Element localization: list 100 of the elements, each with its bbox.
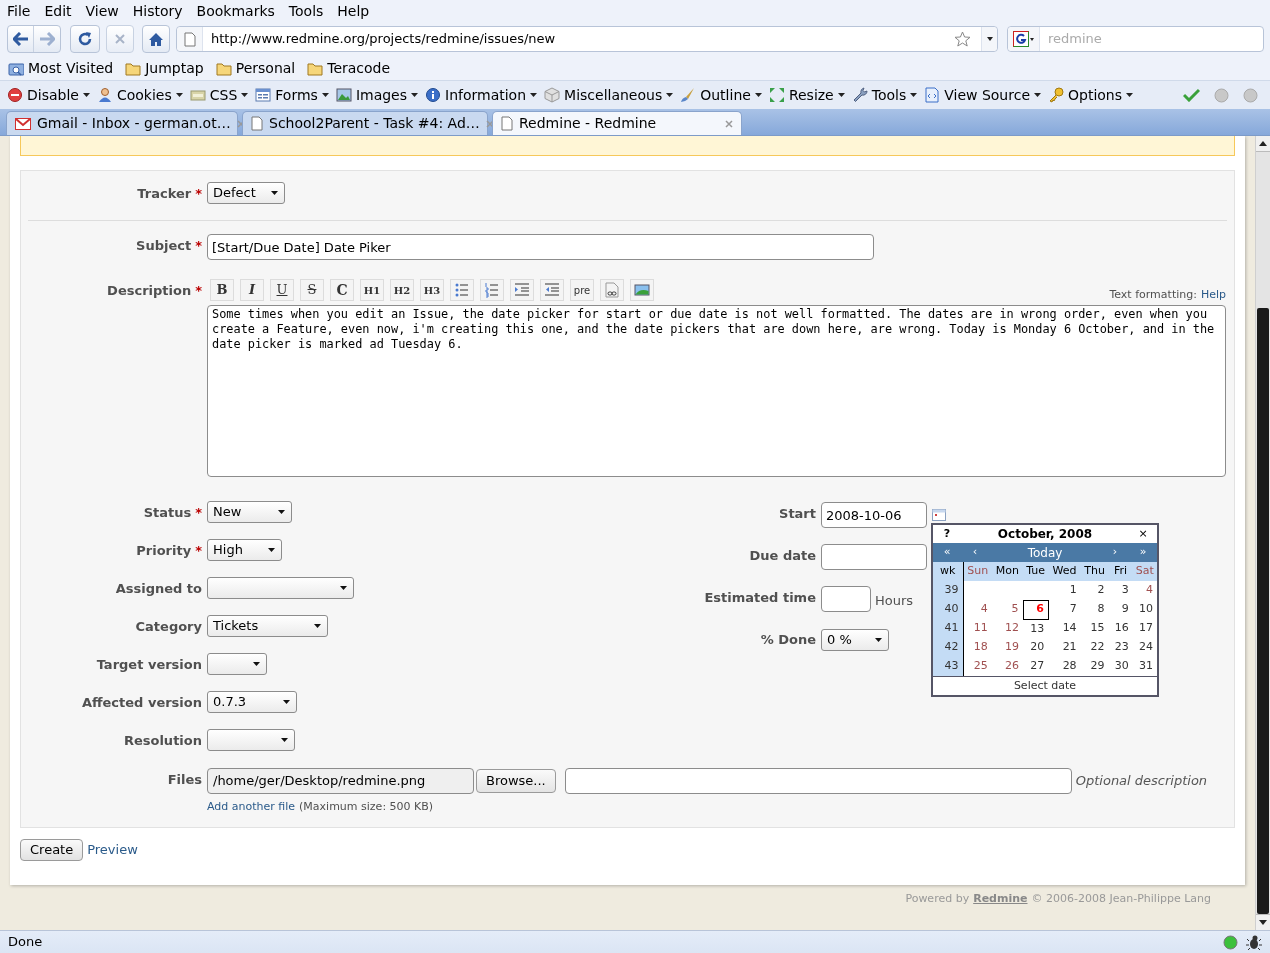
toolbar-button[interactable]: H1 bbox=[360, 279, 384, 301]
bookmark-button[interactable]: Personal bbox=[214, 57, 297, 79]
nav-button[interactable]: › bbox=[1101, 544, 1129, 561]
menu-item[interactable]: View bbox=[79, 0, 125, 22]
toolbar-button[interactable] bbox=[510, 279, 534, 301]
help-link[interactable]: Help bbox=[1200, 286, 1226, 303]
dot-icon[interactable] bbox=[1223, 934, 1238, 950]
dropdown[interactable]: 0 % bbox=[821, 629, 889, 651]
toolbar-button[interactable] bbox=[630, 279, 654, 301]
day-cell[interactable]: 31 bbox=[1132, 657, 1157, 676]
reload-button[interactable] bbox=[70, 25, 100, 53]
scroll-down-button[interactable] bbox=[1256, 914, 1270, 930]
day-cell[interactable]: 13 bbox=[1023, 619, 1049, 638]
preview-link[interactable]: Preview bbox=[87, 840, 138, 860]
toolbar-button[interactable]: I bbox=[240, 279, 264, 301]
toolbar-button[interactable]: B bbox=[210, 279, 234, 301]
nav-button[interactable]: « bbox=[933, 544, 961, 561]
day-cell[interactable]: 26 bbox=[991, 657, 1024, 676]
bookmark-button[interactable]: Jumptap bbox=[124, 57, 205, 79]
day-cell[interactable]: 11 bbox=[963, 619, 992, 638]
search-engine-icon[interactable] bbox=[1012, 31, 1035, 47]
toolbar-button[interactable] bbox=[450, 279, 474, 301]
day-cell[interactable]: 30 bbox=[1108, 657, 1133, 676]
menu-item[interactable]: Help bbox=[331, 0, 376, 22]
add-file-link[interactable]: Add another file bbox=[207, 799, 296, 816]
dropdown[interactable] bbox=[207, 653, 267, 675]
toolbar-button[interactable] bbox=[480, 279, 504, 301]
toolbar-button[interactable]: S bbox=[300, 279, 324, 301]
day-cell[interactable]: 24 bbox=[1132, 638, 1157, 657]
toolbar-menu-button[interactable]: Cookies bbox=[96, 84, 183, 106]
toolbar-menu-button[interactable]: View Source bbox=[924, 84, 1041, 106]
toolbar-menu-button[interactable]: Forms bbox=[255, 84, 329, 106]
day-cell[interactable]: 21 bbox=[1048, 638, 1081, 657]
toolbar-menu-button[interactable]: Outline bbox=[680, 84, 762, 106]
day-cell[interactable]: 9 bbox=[1108, 600, 1133, 619]
nav-button[interactable]: ‹ bbox=[961, 544, 989, 561]
toolbar-button[interactable]: H3 bbox=[420, 279, 444, 301]
history-dropdown-button[interactable] bbox=[981, 27, 997, 51]
toolbar-menu-button[interactable]: Information bbox=[425, 84, 538, 106]
toolbar-menu-button[interactable]: Tools bbox=[851, 84, 918, 106]
toolbar-button[interactable]: H2 bbox=[390, 279, 414, 301]
search-input[interactable]: redmine bbox=[1048, 29, 1263, 49]
close-icon[interactable] bbox=[485, 119, 494, 128]
day-cell[interactable]: 20 bbox=[1023, 638, 1049, 657]
toolbar-menu-button[interactable]: Disable bbox=[7, 84, 90, 106]
address-bar[interactable]: http://www.redmine.org/projects/redmine/issues/new bbox=[176, 26, 998, 52]
toolbar-button[interactable]: U bbox=[270, 279, 294, 301]
bug-icon[interactable] bbox=[1246, 934, 1262, 950]
home-button[interactable] bbox=[142, 25, 170, 53]
bookmark-button[interactable]: Most Visited bbox=[7, 57, 115, 79]
scroll-up-button[interactable] bbox=[1256, 136, 1270, 152]
day-cell[interactable]: 19 bbox=[991, 638, 1024, 657]
browse-button[interactable]: Browse... bbox=[476, 769, 556, 793]
text-field[interactable] bbox=[821, 586, 871, 612]
day-cell[interactable]: 14 bbox=[1048, 619, 1081, 638]
calendar-icon[interactable] bbox=[932, 509, 946, 521]
day-cell[interactable]: 22 bbox=[1080, 638, 1109, 657]
day-cell[interactable]: 17 bbox=[1132, 619, 1157, 638]
search-field[interactable]: redmine bbox=[1007, 26, 1264, 52]
day-cell[interactable]: 16 bbox=[1108, 619, 1133, 638]
day-cell[interactable]: 25 bbox=[963, 657, 992, 676]
close-button[interactable]: × bbox=[1129, 525, 1157, 543]
nav-button[interactable]: Today bbox=[989, 543, 1101, 562]
day-cell[interactable]: 4 bbox=[963, 600, 992, 619]
day-cell[interactable]: 1 bbox=[1048, 581, 1081, 600]
menu-item[interactable]: File bbox=[1, 0, 37, 22]
dropdown[interactable]: 0.7.3 bbox=[207, 691, 297, 713]
day-cell[interactable]: 15 bbox=[1080, 619, 1109, 638]
text-field[interactable]: 2008-10-06 bbox=[821, 502, 927, 528]
day-cell[interactable]: 18 bbox=[963, 638, 992, 657]
tab[interactable]: Redmine - Redmine bbox=[492, 111, 742, 135]
menu-item[interactable]: Bookmarks bbox=[190, 0, 281, 22]
toolbar-menu-button[interactable]: Resize bbox=[768, 84, 845, 106]
menu-item[interactable]: History bbox=[126, 0, 189, 22]
day-cell[interactable]: 4 bbox=[1132, 581, 1157, 600]
toolbar-button[interactable]: C bbox=[330, 279, 354, 301]
toolbar-button[interactable]: pre bbox=[570, 279, 594, 301]
day-cell[interactable]: 2 bbox=[1080, 581, 1109, 600]
day-cell[interactable]: 29 bbox=[1080, 657, 1109, 676]
scroll-thumb[interactable] bbox=[1257, 308, 1269, 914]
day-cell[interactable]: 8 bbox=[1080, 600, 1109, 619]
toolbar-button[interactable] bbox=[600, 279, 624, 301]
toolbar-menu-button[interactable]: Images bbox=[335, 84, 418, 106]
dropdown[interactable]: Defect bbox=[207, 182, 285, 204]
text-field[interactable] bbox=[821, 544, 927, 570]
day-cell[interactable]: 27 bbox=[1023, 657, 1049, 676]
dropdown[interactable]: High bbox=[207, 539, 282, 561]
toolbar-menu-button[interactable]: Options bbox=[1048, 84, 1134, 106]
file-path-field[interactable]: /home/ger/Desktop/redmine.png bbox=[207, 768, 474, 794]
day-cell[interactable]: 7 bbox=[1048, 600, 1081, 619]
day-cell[interactable]: 23 bbox=[1108, 638, 1133, 657]
toolbar-menu-button[interactable]: CSS bbox=[189, 84, 249, 106]
dropdown[interactable]: New bbox=[207, 501, 292, 523]
day-cell[interactable]: 12 bbox=[991, 619, 1024, 638]
menu-item[interactable]: Tools bbox=[282, 0, 330, 22]
text-field[interactable] bbox=[564, 768, 1072, 794]
day-cell[interactable]: 3 bbox=[1108, 581, 1133, 600]
create-button[interactable]: Create bbox=[20, 839, 84, 861]
dropdown[interactable] bbox=[207, 729, 295, 751]
toolbar-button[interactable] bbox=[540, 279, 564, 301]
